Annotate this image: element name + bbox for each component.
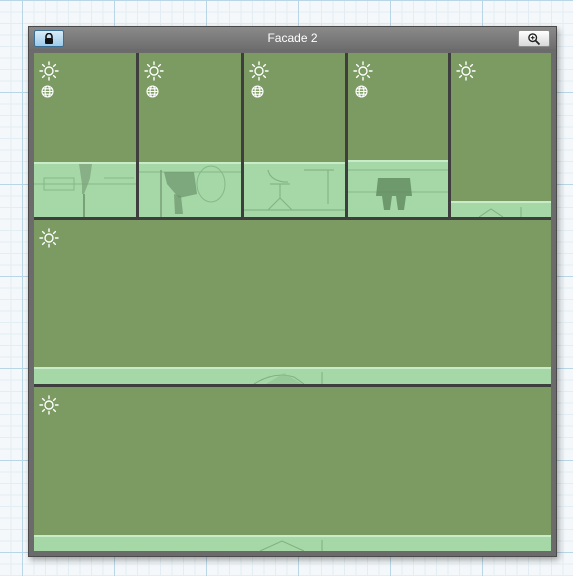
interior-silhouette xyxy=(348,169,448,210)
interior-silhouette xyxy=(244,169,345,211)
sun-icon xyxy=(39,61,59,81)
globe-icon xyxy=(41,85,54,98)
sun-icon xyxy=(456,61,476,81)
facade-panel-top-4[interactable] xyxy=(348,53,448,217)
facade-panel-top-3[interactable] xyxy=(244,53,345,217)
window-sill xyxy=(139,162,241,217)
interior-silhouette xyxy=(259,540,323,551)
zoom-in-icon xyxy=(528,32,541,45)
window-title: Facade 2 xyxy=(267,31,318,45)
globe-icon xyxy=(355,85,368,98)
zoom-in-button[interactable] xyxy=(518,30,550,47)
window-sill xyxy=(34,535,551,551)
interior-silhouette xyxy=(478,207,522,217)
sun-icon xyxy=(353,61,373,81)
window-sill xyxy=(348,160,448,217)
window-sill xyxy=(34,162,136,217)
facade-panel-top-1[interactable] xyxy=(34,53,136,217)
window-sill xyxy=(244,162,345,217)
window-sill xyxy=(451,201,551,217)
window-titlebar: Facade 2 xyxy=(29,27,556,49)
facade-panel-middle[interactable] xyxy=(34,220,551,384)
sun-icon xyxy=(249,61,269,81)
sun-icon xyxy=(39,228,59,248)
facade-panel-top-2[interactable] xyxy=(139,53,241,217)
sun-icon xyxy=(39,395,59,415)
interior-silhouette xyxy=(139,165,241,217)
facade-panel-bottom[interactable] xyxy=(34,387,551,551)
globe-icon xyxy=(251,85,264,98)
facade-area xyxy=(34,53,551,551)
interior-silhouette xyxy=(34,164,136,217)
facade-window: Facade 2 xyxy=(28,26,557,557)
globe-icon xyxy=(146,85,159,98)
sun-icon xyxy=(144,61,164,81)
interior-silhouette xyxy=(253,372,323,384)
facade-panel-top-5[interactable] xyxy=(451,53,551,217)
window-sill xyxy=(34,367,551,384)
